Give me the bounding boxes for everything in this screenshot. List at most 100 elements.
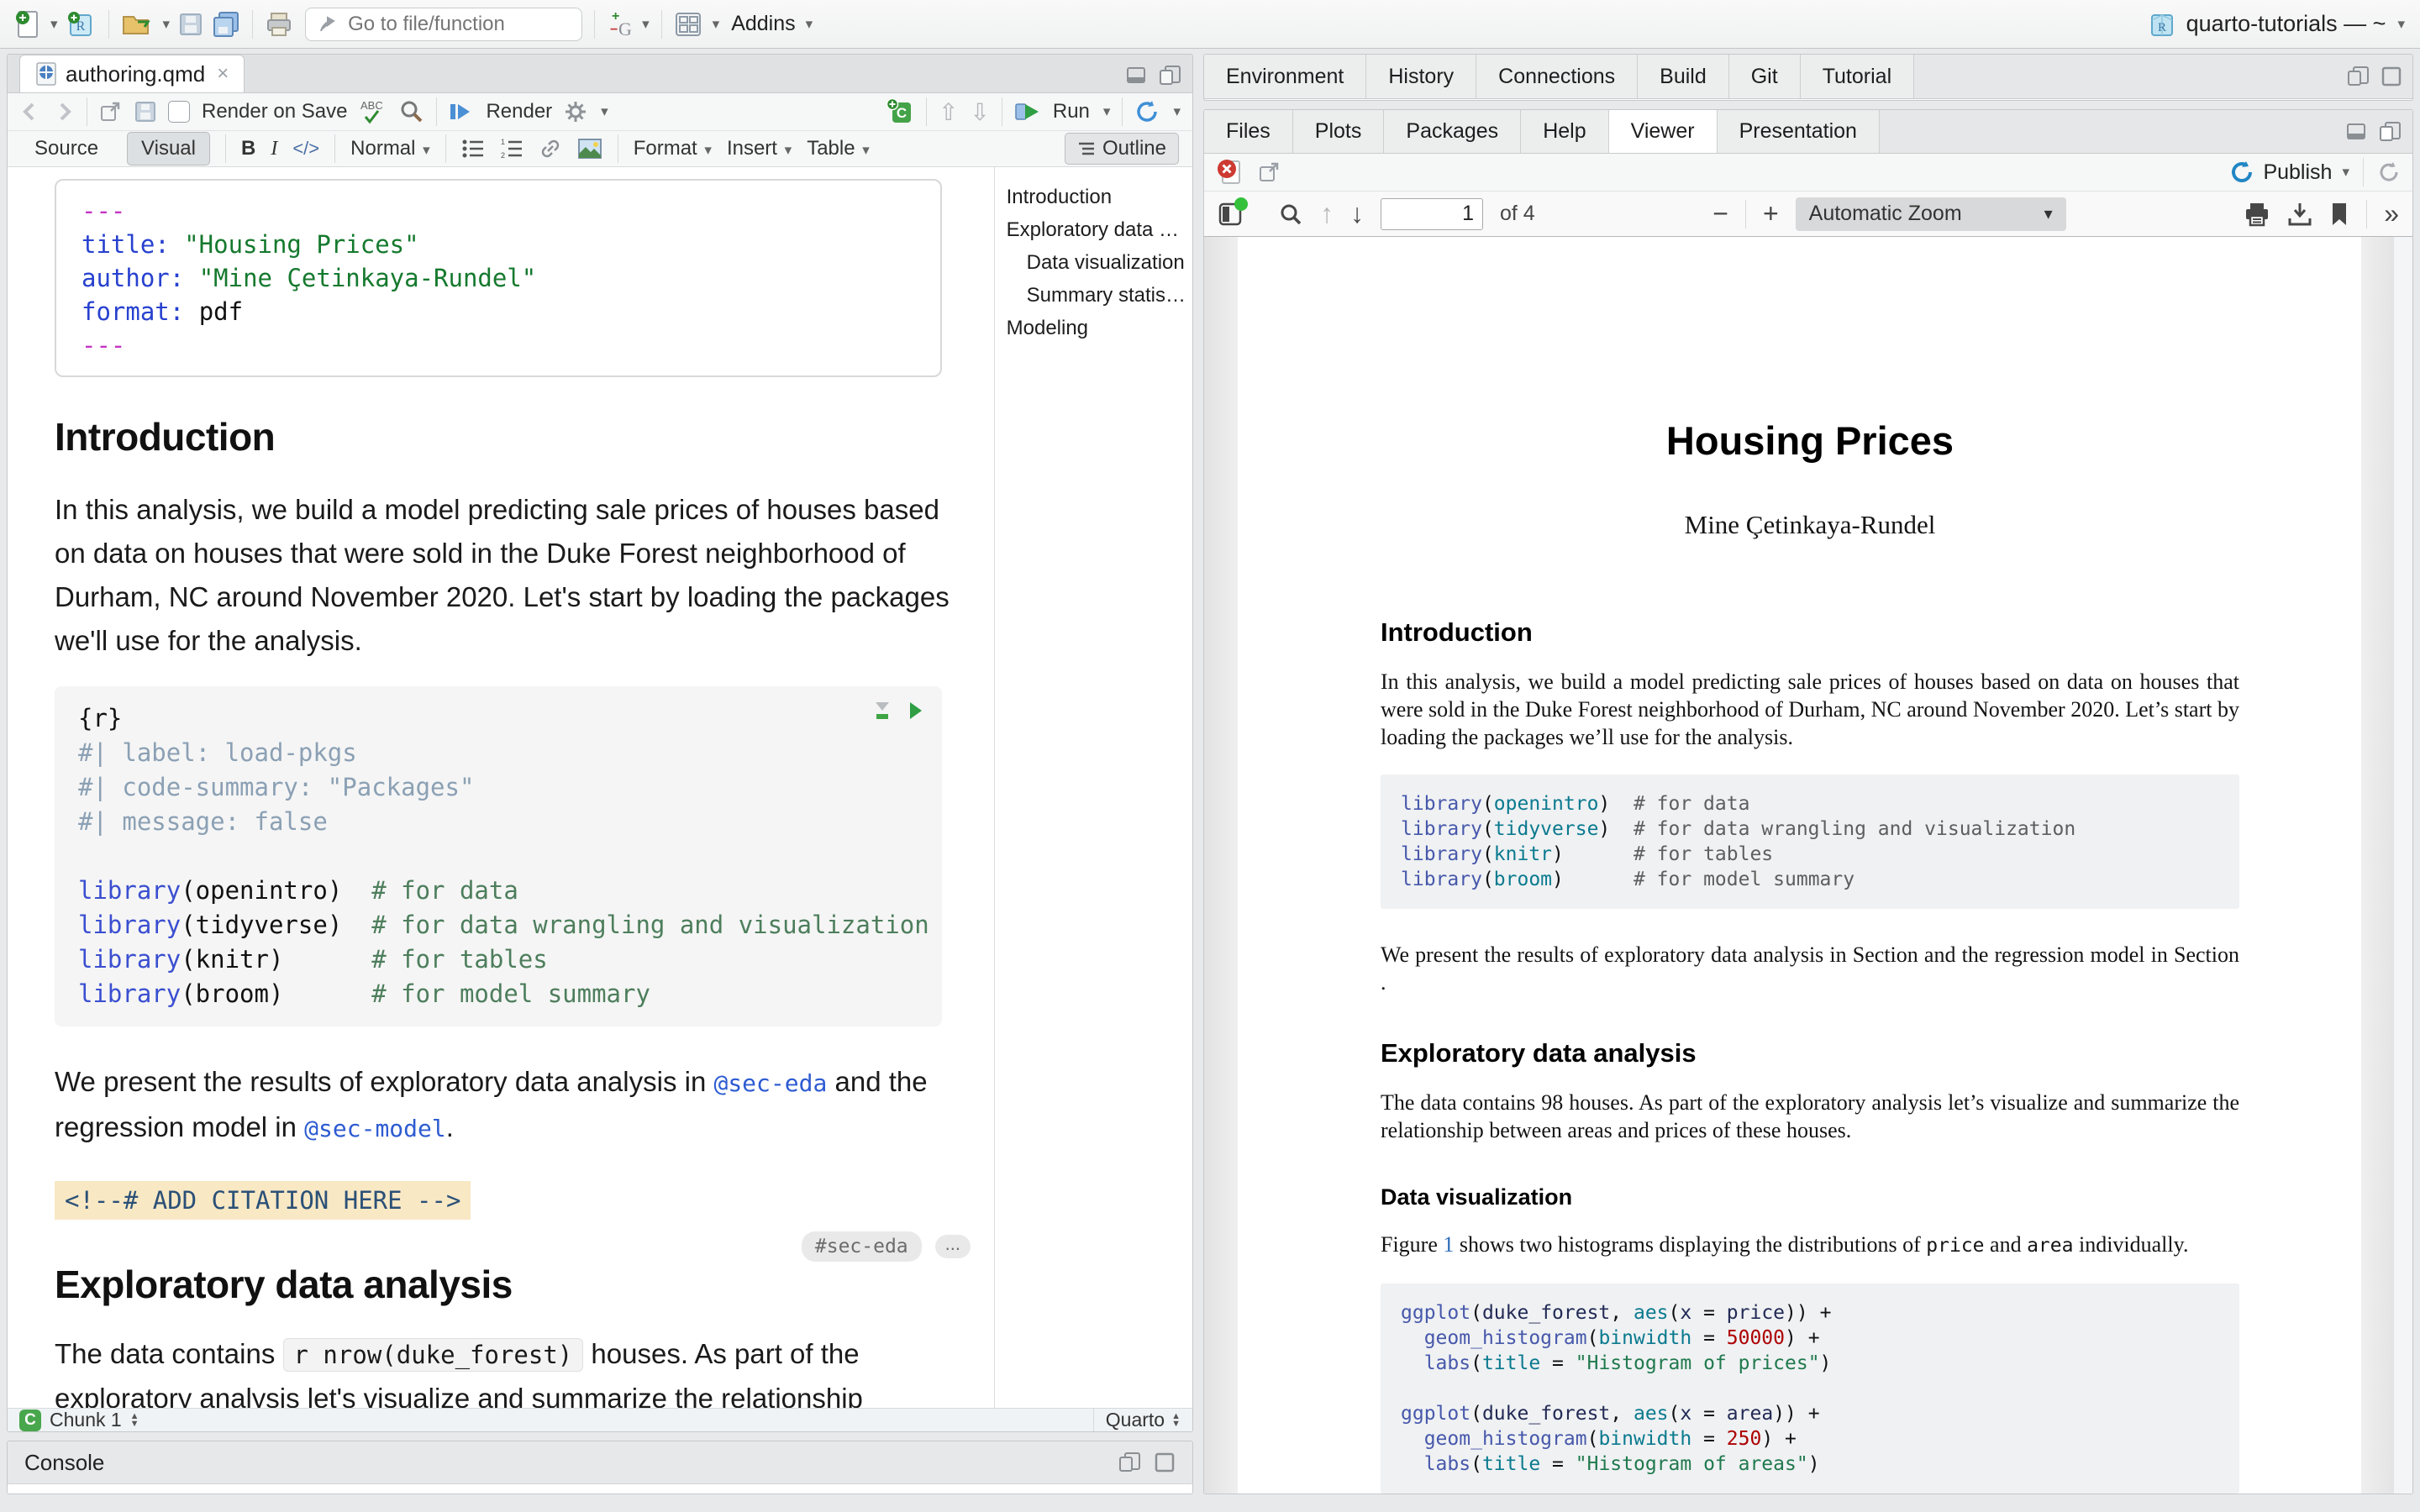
rerun-caret[interactable]: ▾ xyxy=(1173,103,1181,120)
tab-presentation[interactable]: Presentation xyxy=(1718,110,1880,153)
console-title[interactable]: Console xyxy=(24,1450,104,1476)
new-file-icon[interactable] xyxy=(15,9,40,39)
pdf-scrollbar[interactable] xyxy=(2393,237,2412,1494)
italic-button[interactable]: I xyxy=(271,138,277,160)
chunk-status-label[interactable]: Chunk 1 xyxy=(50,1409,122,1431)
minimize-console-icon[interactable] xyxy=(1118,1452,1142,1473)
format-menu[interactable]: Format ▾ xyxy=(634,137,712,160)
outline-item-eda[interactable]: Exploratory data … xyxy=(1007,213,1186,246)
pdf-zoom-select[interactable]: Automatic Zoom ▾ xyxy=(1796,197,2066,231)
find-replace-icon[interactable] xyxy=(399,99,424,124)
yaml-metadata-block[interactable]: --- title: "Housing Prices" author: "Min… xyxy=(55,179,942,377)
pdf-print-icon[interactable] xyxy=(2244,202,2270,227)
spellcheck-icon[interactable]: ABC xyxy=(359,98,387,125)
tab-environment[interactable]: Environment xyxy=(1204,55,1366,98)
goto-file-input[interactable] xyxy=(346,12,543,37)
pdf-zoom-in-icon[interactable]: + xyxy=(1763,198,1779,229)
publish-button[interactable]: Publish ▾ xyxy=(2229,160,2349,185)
visual-mode-button[interactable]: Visual xyxy=(127,132,210,165)
project-menu[interactable]: R quarto-tutorials — ~ ▾ xyxy=(2148,10,2405,39)
pdf-zoom-out-icon[interactable]: − xyxy=(1712,198,1728,229)
run-caret[interactable]: ▾ xyxy=(1103,103,1111,120)
maximize-console-icon[interactable] xyxy=(1154,1452,1176,1473)
run-chunk-icon[interactable] xyxy=(907,701,923,721)
minimize-pane-icon[interactable] xyxy=(2347,66,2370,87)
tab-git[interactable]: Git xyxy=(1729,55,1801,98)
save-doc-icon[interactable] xyxy=(134,101,156,123)
minimize-pane-icon[interactable] xyxy=(2345,121,2369,143)
outline-item-introduction[interactable]: Introduction xyxy=(1007,181,1186,213)
source-mode-button[interactable]: Source xyxy=(21,133,112,165)
crossref-sec-eda[interactable]: @sec-eda xyxy=(713,1069,827,1097)
tab-close-icon[interactable]: × xyxy=(217,62,229,86)
version-control-caret[interactable]: ▾ xyxy=(642,16,650,33)
outline-item-modeling[interactable]: Modeling xyxy=(1007,312,1186,344)
section-options-button[interactable]: ... xyxy=(935,1235,971,1258)
refresh-viewer-icon[interactable] xyxy=(2377,160,2401,184)
chunk-nav-icon[interactable]: ▲▼ xyxy=(130,1413,139,1428)
figure-1-link[interactable]: 1 xyxy=(1443,1232,1454,1257)
block-style-select[interactable]: Normal ▾ xyxy=(350,137,430,160)
popout-viewer-icon[interactable] xyxy=(1258,161,1281,183)
maximize-pane-icon[interactable] xyxy=(1159,65,1182,87)
new-project-icon[interactable]: R xyxy=(66,9,97,39)
run-chunks-above-icon[interactable] xyxy=(873,700,892,722)
numbered-list-icon[interactable]: 12 xyxy=(500,138,523,160)
tab-help[interactable]: Help xyxy=(1521,110,1608,153)
pdf-sidebar-toggle-icon[interactable] xyxy=(1218,201,1243,228)
outline-item-summary-statistics[interactable]: Summary statis… xyxy=(1007,279,1186,312)
code-chunk[interactable]: {r} #| label: load-pkgs #| code-summary:… xyxy=(55,686,942,1026)
render-caret[interactable]: ▾ xyxy=(601,103,608,120)
tab-tutorial[interactable]: Tutorial xyxy=(1801,55,1914,98)
code-format-button[interactable]: </> xyxy=(292,138,319,160)
panes-layout-icon[interactable] xyxy=(674,11,702,38)
stop-viewer-icon[interactable] xyxy=(1216,158,1244,186)
rerun-icon[interactable] xyxy=(1134,99,1160,124)
goto-file-search[interactable] xyxy=(305,8,582,41)
pdf-viewport[interactable]: Housing Prices Mine Çetinkaya-Rundel Int… xyxy=(1204,237,2412,1494)
image-icon[interactable] xyxy=(577,138,602,160)
insert-chunk-icon[interactable]: C xyxy=(886,97,914,126)
link-icon[interactable] xyxy=(539,137,562,160)
pdf-page-input[interactable] xyxy=(1381,198,1483,230)
tab-packages[interactable]: Packages xyxy=(1384,110,1521,153)
minimize-pane-icon[interactable] xyxy=(1125,65,1149,87)
pdf-download-icon[interactable] xyxy=(2287,202,2312,227)
run-next-icon[interactable]: ⇩ xyxy=(970,98,989,126)
tab-history[interactable]: History xyxy=(1366,55,1476,98)
save-all-icon[interactable] xyxy=(212,11,240,38)
render-button[interactable]: Render xyxy=(486,100,552,123)
pdf-next-page-icon[interactable]: ↓ xyxy=(1350,198,1364,229)
pdf-bookmark-icon[interactable] xyxy=(2329,202,2349,227)
editor-content[interactable]: --- title: "Housing Prices" author: "Min… xyxy=(8,167,995,1408)
open-file-caret[interactable]: ▾ xyxy=(163,16,171,33)
forward-icon[interactable] xyxy=(53,101,75,123)
tab-plots[interactable]: Plots xyxy=(1293,110,1385,153)
outline-toggle-button[interactable]: Outline xyxy=(1065,133,1179,165)
inline-r-code[interactable]: r nrow(duke_forest) xyxy=(283,1338,584,1372)
pdf-more-tools-icon[interactable]: » xyxy=(2384,198,2399,229)
print-icon[interactable] xyxy=(265,11,293,38)
html-comment-citation[interactable]: <!--# ADD CITATION HERE --> xyxy=(55,1181,471,1220)
insert-menu[interactable]: Insert ▾ xyxy=(727,137,792,160)
open-file-icon[interactable] xyxy=(121,10,153,39)
addins-menu[interactable]: Addins ▾ xyxy=(731,12,813,36)
save-icon[interactable] xyxy=(178,12,203,37)
back-icon[interactable] xyxy=(19,101,41,123)
tab-authoring-qmd[interactable]: authoring.qmd × xyxy=(19,55,245,92)
tab-files[interactable]: Files xyxy=(1204,110,1293,153)
bullet-list-icon[interactable] xyxy=(461,138,485,160)
pdf-prev-page-icon[interactable]: ↑ xyxy=(1320,198,1334,229)
version-control-icon[interactable]: +−G xyxy=(607,8,632,40)
crossref-sec-model[interactable]: @sec-model xyxy=(304,1115,446,1142)
pdf-search-icon[interactable] xyxy=(1278,202,1303,227)
table-menu[interactable]: Table ▾ xyxy=(807,137,870,160)
run-previous-icon[interactable]: ⇧ xyxy=(939,98,958,126)
panes-layout-caret[interactable]: ▾ xyxy=(713,16,720,33)
new-file-caret[interactable]: ▾ xyxy=(50,16,58,33)
tab-connections[interactable]: Connections xyxy=(1476,55,1638,98)
maximize-pane-icon[interactable] xyxy=(2379,121,2402,143)
tab-build[interactable]: Build xyxy=(1638,55,1729,98)
tab-viewer[interactable]: Viewer xyxy=(1609,110,1718,153)
run-button[interactable]: Run xyxy=(1053,100,1090,123)
